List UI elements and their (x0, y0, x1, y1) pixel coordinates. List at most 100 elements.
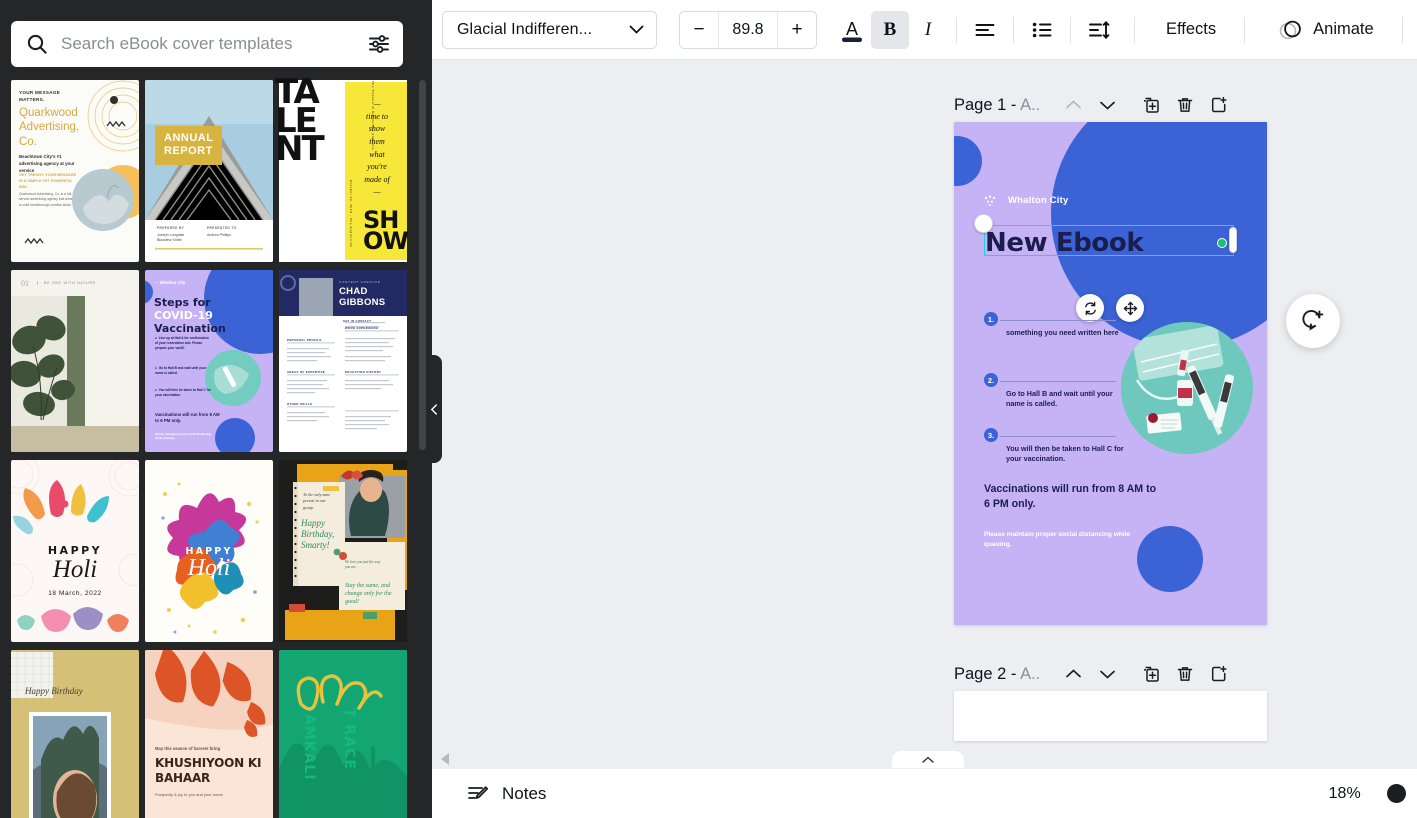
italic-button[interactable]: I (909, 11, 947, 49)
selection-dot-indicator (1217, 238, 1227, 248)
font-size-decrease-button[interactable]: − (680, 12, 718, 48)
thumb-text: GET TRENDY. YOUR MESSAGE IN A SIMPLE YET… (19, 173, 77, 190)
font-size-value[interactable]: 89.8 (718, 11, 778, 48)
search-input[interactable] (61, 34, 367, 54)
canvas-decor-bottom-circle (1137, 526, 1203, 592)
search-bar[interactable] (11, 21, 403, 67)
bullet-list-button[interactable] (1023, 11, 1061, 49)
font-family-select[interactable]: Glacial Indifferen... (442, 10, 657, 49)
add-page-icon (1212, 96, 1227, 113)
add-comment-button[interactable] (1285, 294, 1340, 348)
step-text: Go to Hall B and wait until your name is… (1006, 389, 1113, 409)
search-icon (25, 32, 49, 56)
page-2-block: Page 2 - A.. (954, 657, 1267, 741)
text-align-button[interactable] (966, 11, 1004, 49)
filter-sliders-icon[interactable] (367, 32, 391, 56)
canvas-steps-list: 1. something you need written here 2. Go… (984, 312, 1134, 481)
page-1-label: Page 1 - A.. (954, 95, 1041, 114)
thumb-text: ● You will then be taken to Hall C for y… (155, 388, 211, 397)
template-thumbnail[interactable]: TA LE NT The Theatre of Distinction presen… (275, 75, 409, 262)
template-thumbnail[interactable]: YOUR MESSAGE MATTERS. Quarkwood Advertisi… (11, 80, 139, 262)
chevron-up-icon (922, 756, 934, 763)
template-thumbnail[interactable]: CONTENT CREATOR CHAD GIBBONS GET IN CONTA… (279, 270, 407, 452)
thumb-text: SH OW (363, 206, 409, 255)
font-size-increase-button[interactable]: + (778, 12, 816, 48)
thumb-text: PREPARED BY (157, 226, 185, 230)
template-thumbnail[interactable]: 01 BE ONE WITH NATURE (11, 270, 139, 452)
template-thumbnail[interactable]: HAPPY Holi 18 March, 2022 (11, 460, 139, 642)
sidebar-collapse-handle[interactable] (426, 355, 442, 463)
notes-button[interactable]: Notes (458, 776, 554, 812)
canvas-vaccine-photo (1121, 322, 1253, 454)
font-size-stepper[interactable]: − 89.8 + (679, 10, 817, 49)
page-move-down-button[interactable] (1090, 657, 1124, 691)
toolbar-divider (956, 16, 957, 43)
canvas-collapse-tab[interactable] (891, 751, 964, 768)
font-family-label: Glacial Indifferen... (457, 20, 593, 38)
canvas-scroll-area[interactable]: Page 1 - A.. Whalton City New Ebook 1. s… (432, 60, 1417, 768)
animate-button[interactable]: Animate (1264, 11, 1388, 49)
thumb-text: AREAS OF EXPERTISE (287, 370, 326, 374)
template-thumbnail[interactable]: ANNUAL REPORT PREPARED BY Joseph Longdale… (145, 80, 273, 262)
page-duplicate-button[interactable] (1134, 657, 1168, 691)
chevron-up-icon (1065, 669, 1081, 678)
text-selection-box[interactable] (974, 214, 1237, 256)
text-color-button[interactable]: A (833, 11, 871, 49)
page-1-canvas[interactable]: Whalton City New Ebook 1. something you … (954, 122, 1267, 625)
page-2-canvas[interactable] (954, 691, 1267, 741)
thumb-text: Happy Birthday, Smarty! (301, 518, 335, 550)
page-move-down-button[interactable] (1090, 88, 1124, 122)
thumb-text: Prosperity & joy to you and your home (155, 792, 223, 797)
step-number: 2. (984, 373, 998, 387)
thumb-text: ANNUAL REPORT (155, 126, 223, 165)
thumb-text: OTHER SKILLS (287, 402, 313, 406)
trash-icon (1178, 98, 1193, 112)
toolbar-divider (1070, 16, 1071, 43)
canvas-step-item: 3. You will then be taken to Hall C for … (984, 428, 1134, 464)
add-comment-icon (1302, 310, 1324, 331)
notes-edit-icon (466, 782, 490, 806)
selection-handle-right[interactable] (1229, 227, 1237, 253)
template-thumbnail[interactable]: May this season of harvest bring KHUSHIY… (145, 650, 273, 818)
scroll-left-icon (440, 753, 449, 765)
selection-handle-left[interactable] (974, 214, 993, 233)
thumb-text: May this season of harvest bring (155, 746, 221, 751)
canvas-step-item: 1. something you need written here (984, 312, 1134, 356)
zoom-knob-icon[interactable] (1386, 784, 1406, 803)
template-thumbnail[interactable]: To the only sane person in our group. Ha… (279, 460, 407, 642)
page-move-up-button[interactable] (1056, 657, 1090, 691)
italic-label: I (924, 18, 932, 40)
page-delete-button[interactable] (1168, 88, 1202, 122)
canvas-step-item: 2. Go to Hall B and wait until your name… (984, 373, 1134, 411)
thumb-text: BE ONE WITH NATURE (37, 281, 96, 285)
toolbar-divider (1013, 16, 1014, 43)
canvas-scroll-left-button[interactable] (438, 752, 452, 766)
thumb-text: Steps for COVID-19 Vaccination (154, 296, 226, 336)
toolbar-divider (1244, 16, 1246, 43)
zoom-level-label[interactable]: 18% (1329, 785, 1361, 803)
sidebar-scrollbar[interactable] (419, 80, 426, 450)
bold-label: B (883, 18, 897, 40)
thumb-text: EDUCATION HISTORY (345, 370, 382, 374)
template-thumbnail[interactable]: Happy Birthday (11, 650, 139, 818)
step-text: something you need written here (1006, 328, 1119, 337)
thumb-text: We love you just the way you are. (345, 560, 381, 570)
template-thumbnail[interactable]: ⁘ Whalton City Steps for COVID-19 Vaccina… (145, 270, 273, 452)
page-delete-button[interactable] (1168, 657, 1202, 691)
page-duplicate-button[interactable] (1134, 88, 1168, 122)
templates-sidebar: YOUR MESSAGEMATTERS. Quarkwood Advertisi… (0, 0, 432, 818)
thumb-text: — time to show them what you're made of — (364, 99, 390, 197)
template-thumbnail[interactable]: AMKALI T RACE (279, 650, 407, 818)
template-thumbnail[interactable]: HAPPY Holi (145, 460, 273, 642)
effects-button[interactable]: Effects (1152, 11, 1230, 49)
page-add-button[interactable] (1202, 657, 1236, 691)
step-number: 3. (984, 428, 998, 442)
thumb-text: ● Line up at Hall A for confirmation of … (155, 336, 209, 350)
duplicate-page-icon (1144, 97, 1159, 113)
line-spacing-button[interactable] (1080, 11, 1118, 49)
bottom-bar: Notes 18% (432, 768, 1417, 818)
bold-button[interactable]: B (871, 10, 909, 49)
page-add-button[interactable] (1202, 88, 1236, 122)
bullet-list-icon (1032, 22, 1052, 37)
page-move-up-button[interactable] (1056, 88, 1090, 122)
